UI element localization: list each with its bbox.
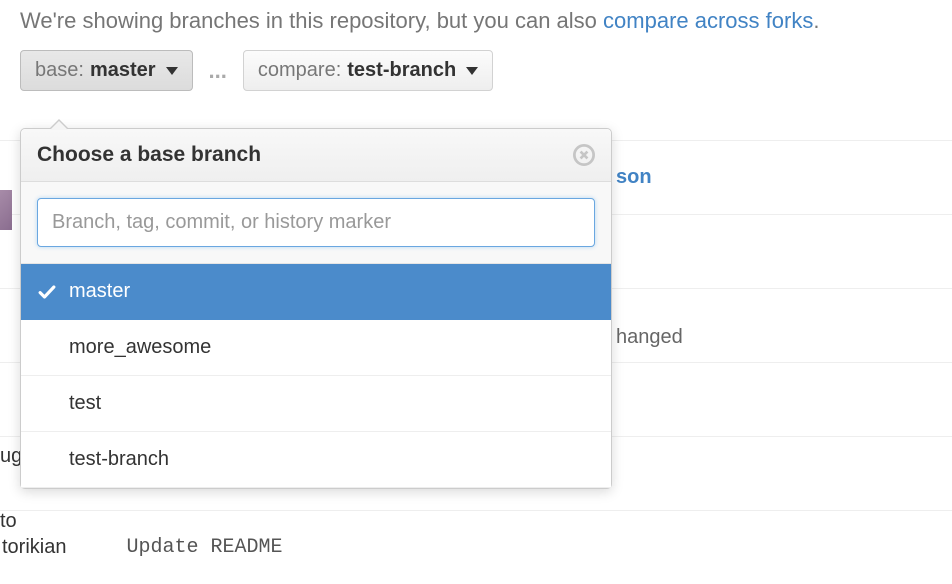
popover-header: Choose a base branch — [21, 129, 611, 182]
changed-text-partial: hanged — [616, 326, 683, 349]
branch-item-test[interactable]: test — [21, 376, 611, 432]
info-period: . — [813, 8, 819, 33]
compare-forks-link[interactable]: compare across forks — [603, 8, 813, 33]
caret-down-icon — [166, 67, 178, 75]
branch-item-more-awesome[interactable]: more_awesome — [21, 320, 611, 376]
avatar — [0, 190, 12, 230]
background-row: torikian Update README — [0, 510, 952, 584]
branch-name: test-branch — [69, 448, 169, 471]
branch-list: master more_awesome test test-branch — [21, 264, 611, 488]
compare-value: test-branch — [347, 59, 456, 82]
bg-fragment-1: ug — [0, 445, 22, 468]
bg-link-partial[interactable]: son — [616, 166, 652, 189]
author-partial: torikian — [2, 536, 66, 559]
popover-title: Choose a base branch — [37, 143, 261, 167]
base-branch-button[interactable]: base: master — [20, 50, 193, 91]
branch-name: more_awesome — [69, 336, 211, 359]
branch-item-master[interactable]: master — [21, 264, 611, 320]
branch-selector-row: base: master ... compare: test-branch — [0, 50, 952, 109]
base-value: master — [90, 59, 156, 82]
caret-down-icon — [466, 67, 478, 75]
info-banner: We're showing branches in this repositor… — [0, 0, 952, 50]
commit-message: Update README — [126, 536, 282, 559]
popover-search-row — [21, 182, 611, 264]
compare-label: compare: — [258, 59, 341, 82]
branch-search-input[interactable] — [37, 198, 595, 247]
branch-dropdown-popover: Choose a base branch master more_awesome… — [20, 128, 612, 489]
base-label: base: — [35, 59, 84, 82]
compare-branch-button[interactable]: compare: test-branch — [243, 50, 493, 91]
bg-fragment-2: to — [0, 510, 17, 533]
branch-name: test — [69, 392, 101, 415]
ellipsis-separator: ... — [207, 58, 229, 84]
branch-item-test-branch[interactable]: test-branch — [21, 432, 611, 488]
info-text: We're showing branches in this repositor… — [20, 8, 603, 33]
close-icon[interactable] — [573, 144, 595, 166]
branch-name: master — [69, 280, 130, 303]
check-icon — [37, 282, 57, 302]
